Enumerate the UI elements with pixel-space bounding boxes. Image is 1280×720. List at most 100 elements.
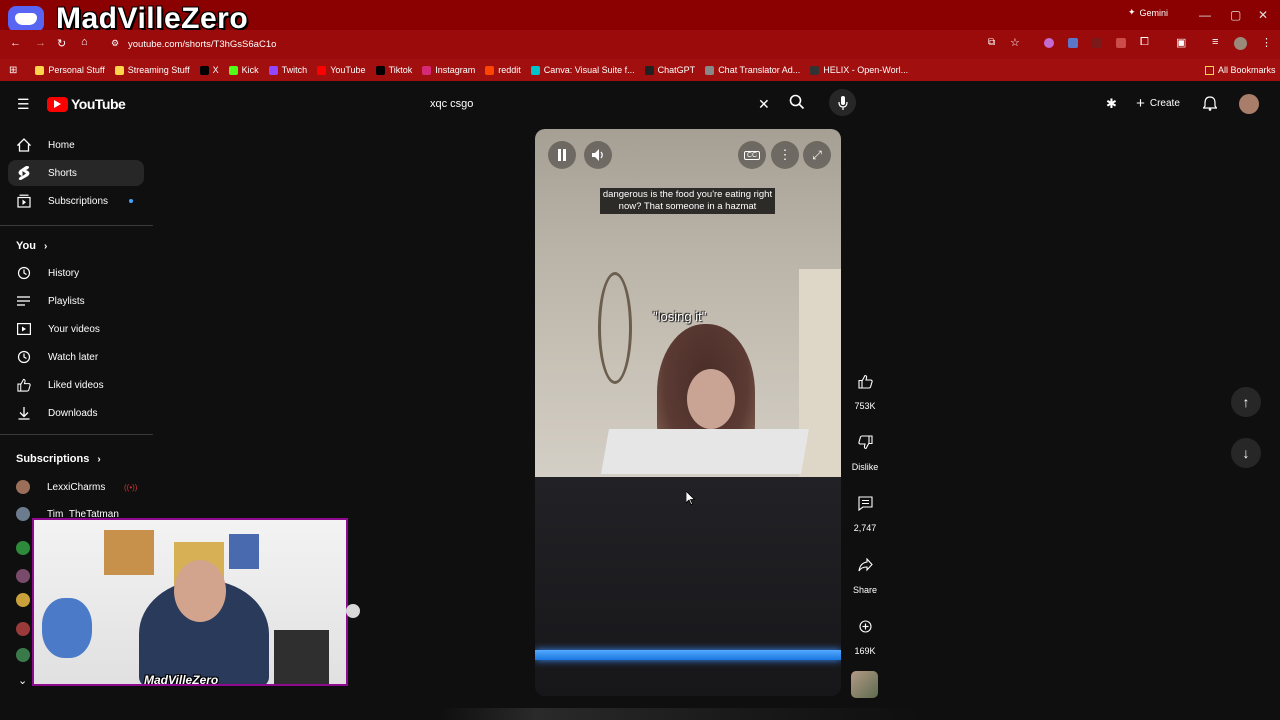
thumbs-down-icon <box>851 428 879 456</box>
apps-grid-icon[interactable]: ⊞ <box>9 65 17 76</box>
url-field[interactable]: youtube.com/shorts/T3hGsS6aC1o <box>128 39 276 50</box>
extension-icon[interactable] <box>1092 38 1102 48</box>
bookmark-item[interactable]: Personal Stuff <box>35 65 105 75</box>
reload-icon[interactable]: ↻ <box>57 37 66 50</box>
avatar[interactable] <box>16 622 30 636</box>
arrow-down-icon: ↓ <box>1242 445 1250 461</box>
sidebar-item-home[interactable]: Home <box>8 132 144 158</box>
sidebar-you-heading[interactable]: You › <box>16 240 47 252</box>
extension-icon[interactable] <box>1068 38 1078 48</box>
minimize-button[interactable]: — <box>1199 8 1211 22</box>
playlists-icon <box>16 293 32 309</box>
search-icon[interactable] <box>789 94 805 115</box>
create-button[interactable]: + Create <box>1125 89 1191 117</box>
notifications-bell-icon[interactable] <box>1202 96 1218 116</box>
sidebar-item-label: Playlists <box>48 295 85 307</box>
youtube-logo[interactable]: YouTube <box>47 96 126 112</box>
sidebar-item-watch-later[interactable]: Watch later <box>8 344 144 370</box>
profile-avatar[interactable] <box>1234 37 1247 50</box>
video-person-face <box>687 369 735 429</box>
side-panel-icon[interactable]: ▣ <box>1176 36 1186 49</box>
sidebar-divider <box>0 434 153 435</box>
history-icon <box>16 265 32 281</box>
avatar[interactable] <box>16 593 30 607</box>
bookmark-icon <box>228 65 238 75</box>
bookmark-item[interactable]: Chat Translator Ad... <box>705 65 800 75</box>
maximize-button[interactable]: ▢ <box>1230 8 1241 22</box>
sidebar-item-playlists[interactable]: Playlists <box>8 288 144 314</box>
browser-menu-icon[interactable]: ⋮ <box>1261 36 1272 49</box>
more-options-button[interactable]: ⋮ <box>771 141 799 169</box>
avatar[interactable] <box>16 648 30 662</box>
bookmark-star-icon[interactable]: ☆ <box>1010 36 1020 49</box>
fullscreen-button[interactable]: ⤢ <box>803 141 831 169</box>
video-caption-center: "losing it" <box>653 309 707 324</box>
bookmark-item[interactable]: ChatGPT <box>644 65 695 75</box>
volume-button[interactable] <box>584 141 612 169</box>
search-input[interactable]: xqc csgo ✕ <box>419 91 782 119</box>
avatar[interactable] <box>16 541 30 555</box>
webcam-plush <box>42 598 92 658</box>
hamburger-menu-icon[interactable]: ☰ <box>17 96 30 113</box>
bookmark-icon <box>530 65 540 75</box>
back-icon[interactable]: ← <box>10 37 21 49</box>
sidebar-item-shorts[interactable]: Shorts <box>8 160 144 186</box>
shorts-video-player[interactable]: dangerous is the food you're eating righ… <box>535 129 841 696</box>
plus-icon: + <box>1136 94 1145 112</box>
site-info-icon[interactable]: ⚙ <box>111 38 119 49</box>
avatar[interactable] <box>16 569 30 583</box>
bookmark-icon <box>199 65 209 75</box>
sound-thumbnail[interactable] <box>851 671 878 698</box>
remix-button[interactable]: 169K <box>844 612 886 656</box>
sidebar-item-history[interactable]: History <box>8 260 144 286</box>
bookmark-item[interactable]: Tiktok <box>375 65 412 75</box>
previous-short-button[interactable]: ↑ <box>1231 387 1261 417</box>
sidebar-item-downloads[interactable]: Downloads <box>8 400 144 426</box>
bookmark-icon <box>375 65 385 75</box>
bookmark-item[interactable]: HELIX - Open-Worl... <box>810 65 908 75</box>
comments-button[interactable]: 2,747 <box>844 489 886 533</box>
show-more-chevron-icon[interactable]: ⌄ <box>18 674 27 687</box>
dislike-button[interactable]: Dislike <box>844 428 886 472</box>
studio-sparkle-icon[interactable]: ✱ <box>1106 96 1117 112</box>
pause-button[interactable] <box>548 141 576 169</box>
close-window-button[interactable]: ✕ <box>1258 8 1268 22</box>
media-icon[interactable]: ≡ <box>1212 36 1218 48</box>
extensions-puzzle-icon[interactable]: ⧠ <box>1140 36 1149 49</box>
sidebar-item-label: Shorts <box>48 167 77 179</box>
home-browser-icon[interactable]: ⌂ <box>81 36 88 48</box>
bookmark-item[interactable]: X <box>199 65 219 75</box>
sidebar-item-subscriptions[interactable]: Subscriptions <box>8 188 144 214</box>
bookmark-label: Instagram <box>435 65 476 75</box>
voice-search-button[interactable] <box>829 89 856 116</box>
bookmark-item[interactable]: Canva: Visual Suite f... <box>530 65 635 75</box>
extension-icon[interactable] <box>1044 38 1054 48</box>
forward-icon[interactable]: → <box>35 37 46 49</box>
sidebar-item-your-videos[interactable]: Your videos <box>8 316 144 342</box>
youtube-logo-text: YouTube <box>71 96 126 112</box>
bookmark-item[interactable]: reddit <box>485 65 521 75</box>
extension-icon[interactable] <box>1116 38 1126 48</box>
bookmark-item[interactable]: Streaming Stuff <box>114 65 190 75</box>
bookmark-icon <box>644 65 654 75</box>
share-button[interactable]: Share <box>844 551 886 595</box>
install-app-icon[interactable]: ⧉ <box>988 37 995 48</box>
bookmark-item[interactable]: Kick <box>228 65 259 75</box>
bookmark-item[interactable]: Instagram <box>422 65 475 75</box>
subscription-lexxicharms[interactable]: LexxiCharms ((•)) <box>16 475 144 499</box>
sidebar-item-liked-videos[interactable]: Liked videos <box>8 372 144 398</box>
gemini-button[interactable]: ✦ Gemini <box>1128 7 1168 18</box>
all-bookmarks-button[interactable]: All Bookmarks <box>1205 65 1276 75</box>
webcam-poster <box>104 530 154 575</box>
bookmark-item[interactable]: YouTube <box>317 65 366 75</box>
bookmark-item[interactable]: Twitch <box>268 65 307 75</box>
remix-icon <box>851 612 879 640</box>
next-short-button[interactable]: ↓ <box>1231 438 1261 468</box>
like-button[interactable]: 753K <box>844 367 886 411</box>
clear-search-icon[interactable]: ✕ <box>758 96 770 113</box>
sidebar-item-label: Downloads <box>48 407 98 419</box>
captions-button[interactable]: CC <box>738 141 766 169</box>
home-icon <box>16 137 32 153</box>
sidebar-subscriptions-heading[interactable]: Subscriptions › <box>16 453 101 465</box>
account-avatar[interactable] <box>1239 94 1259 114</box>
